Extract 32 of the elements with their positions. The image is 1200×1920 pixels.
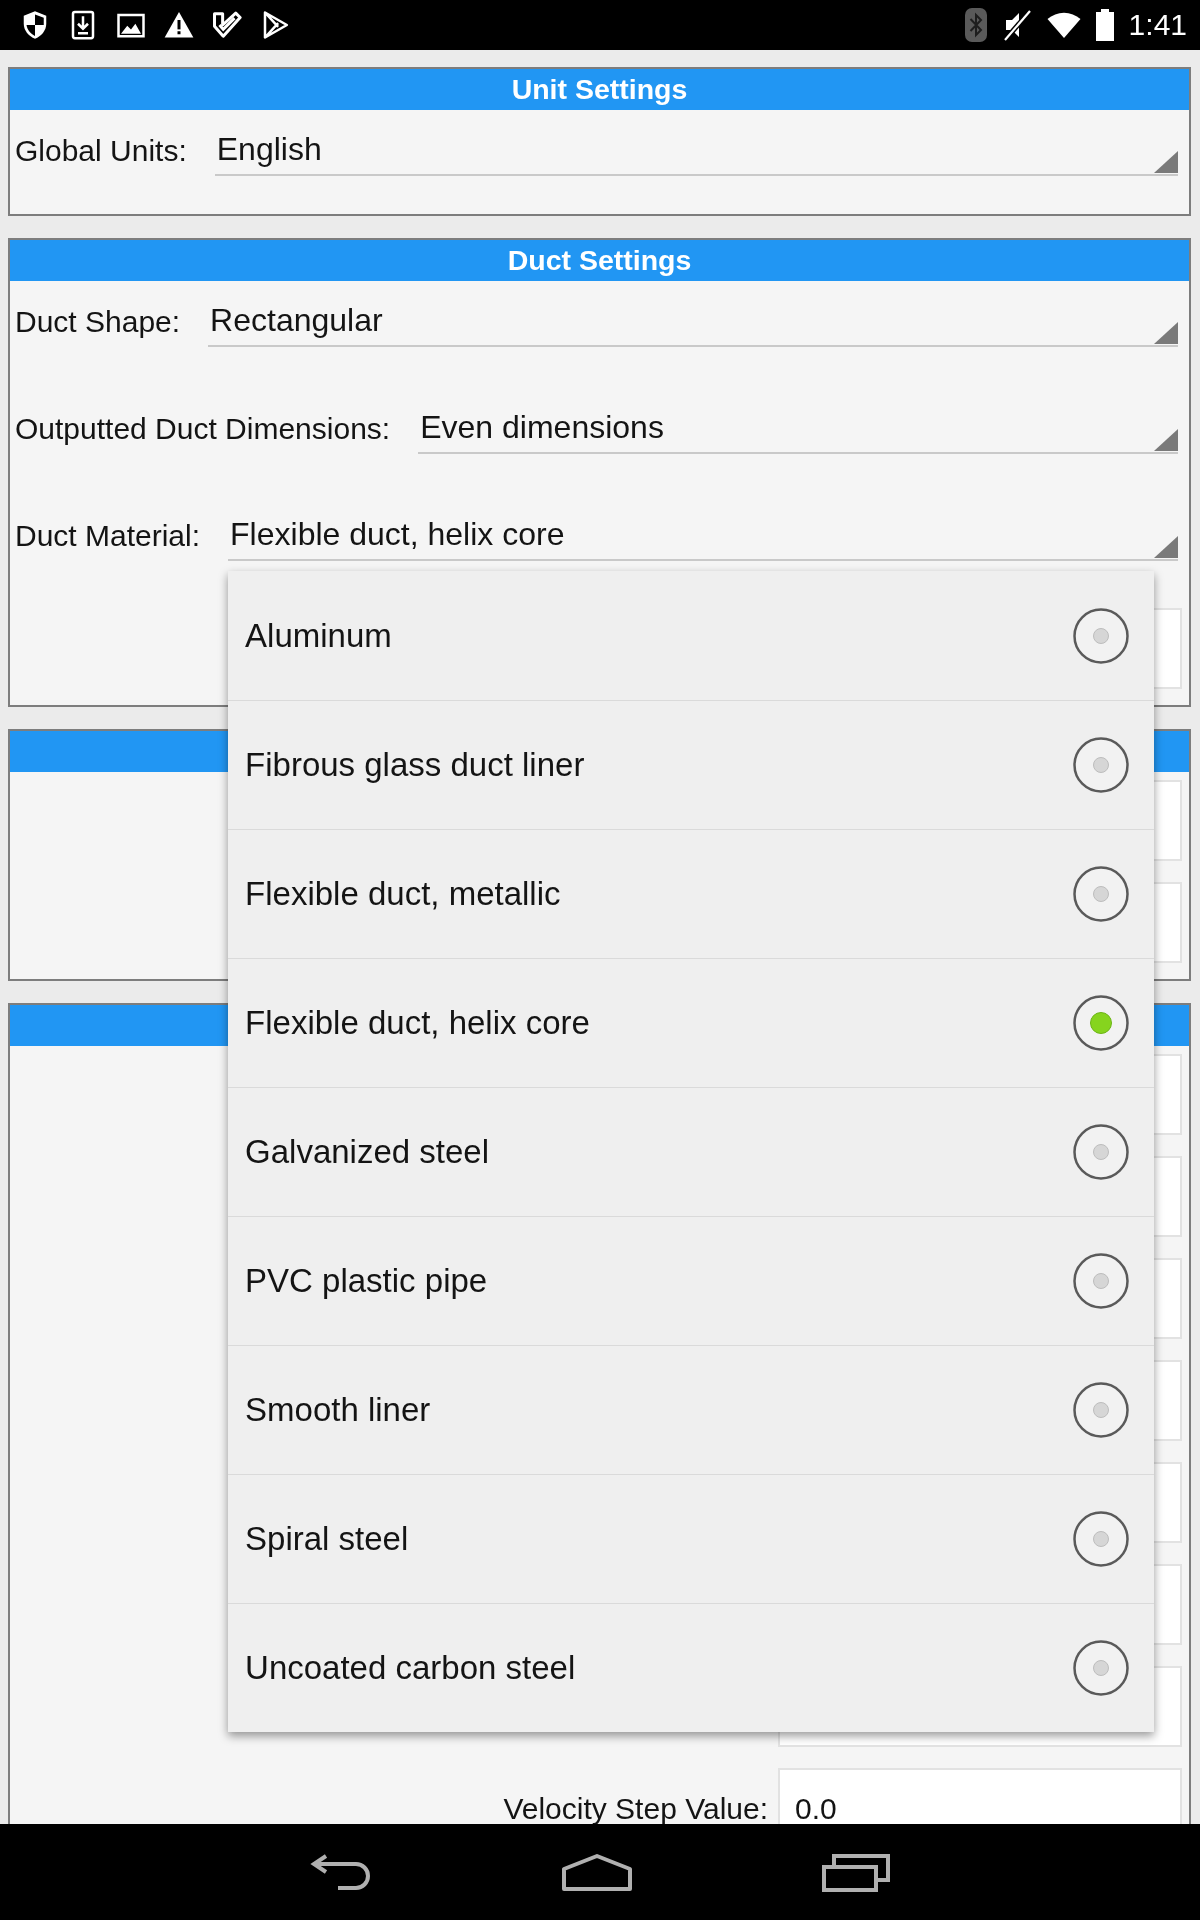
section-header: Duct Settings bbox=[10, 240, 1189, 281]
select-dropdown[interactable]: Flexible duct, helix core bbox=[228, 510, 1178, 561]
corner-triangle-icon bbox=[1154, 429, 1178, 451]
checkmark-icon bbox=[212, 10, 242, 40]
dropdown-option[interactable]: Flexible duct, metallic bbox=[228, 829, 1155, 958]
muted-speaker-icon bbox=[1001, 9, 1032, 41]
status-time: 1:41 bbox=[1128, 8, 1187, 42]
corner-triangle-icon bbox=[1154, 151, 1178, 173]
home-icon[interactable] bbox=[561, 1853, 633, 1891]
select-dropdown[interactable]: English bbox=[214, 125, 1178, 176]
warning-icon bbox=[164, 10, 194, 40]
corner-triangle-icon bbox=[1154, 322, 1178, 344]
corner-triangle-icon bbox=[1154, 536, 1178, 558]
wifi-icon bbox=[1046, 11, 1081, 39]
dropdown-option[interactable]: PVC plastic pipe bbox=[228, 1216, 1155, 1345]
recents-icon[interactable] bbox=[822, 1852, 890, 1892]
dropdown-option[interactable]: Flexible duct, helix core bbox=[228, 958, 1155, 1087]
dropdown-option[interactable]: Spiral steel bbox=[228, 1474, 1155, 1603]
select-dropdown[interactable]: Rectangular bbox=[208, 296, 1178, 347]
section-header: Unit Settings bbox=[10, 69, 1189, 110]
field-label: Global Units: bbox=[15, 134, 187, 167]
field-label: Outputted Duct Dimensions: bbox=[15, 412, 391, 445]
input-field[interactable]: 0.0 bbox=[778, 1768, 1182, 1824]
dropdown-option[interactable]: Aluminum bbox=[228, 571, 1155, 700]
select-dropdown[interactable]: Even dimensions bbox=[418, 403, 1178, 454]
dropdown-option[interactable]: Galvanized steel bbox=[228, 1087, 1155, 1216]
bluetooth-icon bbox=[964, 8, 987, 42]
dropdown-option[interactable]: Smooth liner bbox=[228, 1345, 1155, 1474]
field-label: Duct Material: bbox=[15, 519, 201, 552]
battery-icon bbox=[1095, 9, 1114, 41]
dropdown-option[interactable]: Fibrous glass duct liner bbox=[228, 700, 1155, 829]
field-label: Duct Shape: bbox=[15, 305, 181, 338]
